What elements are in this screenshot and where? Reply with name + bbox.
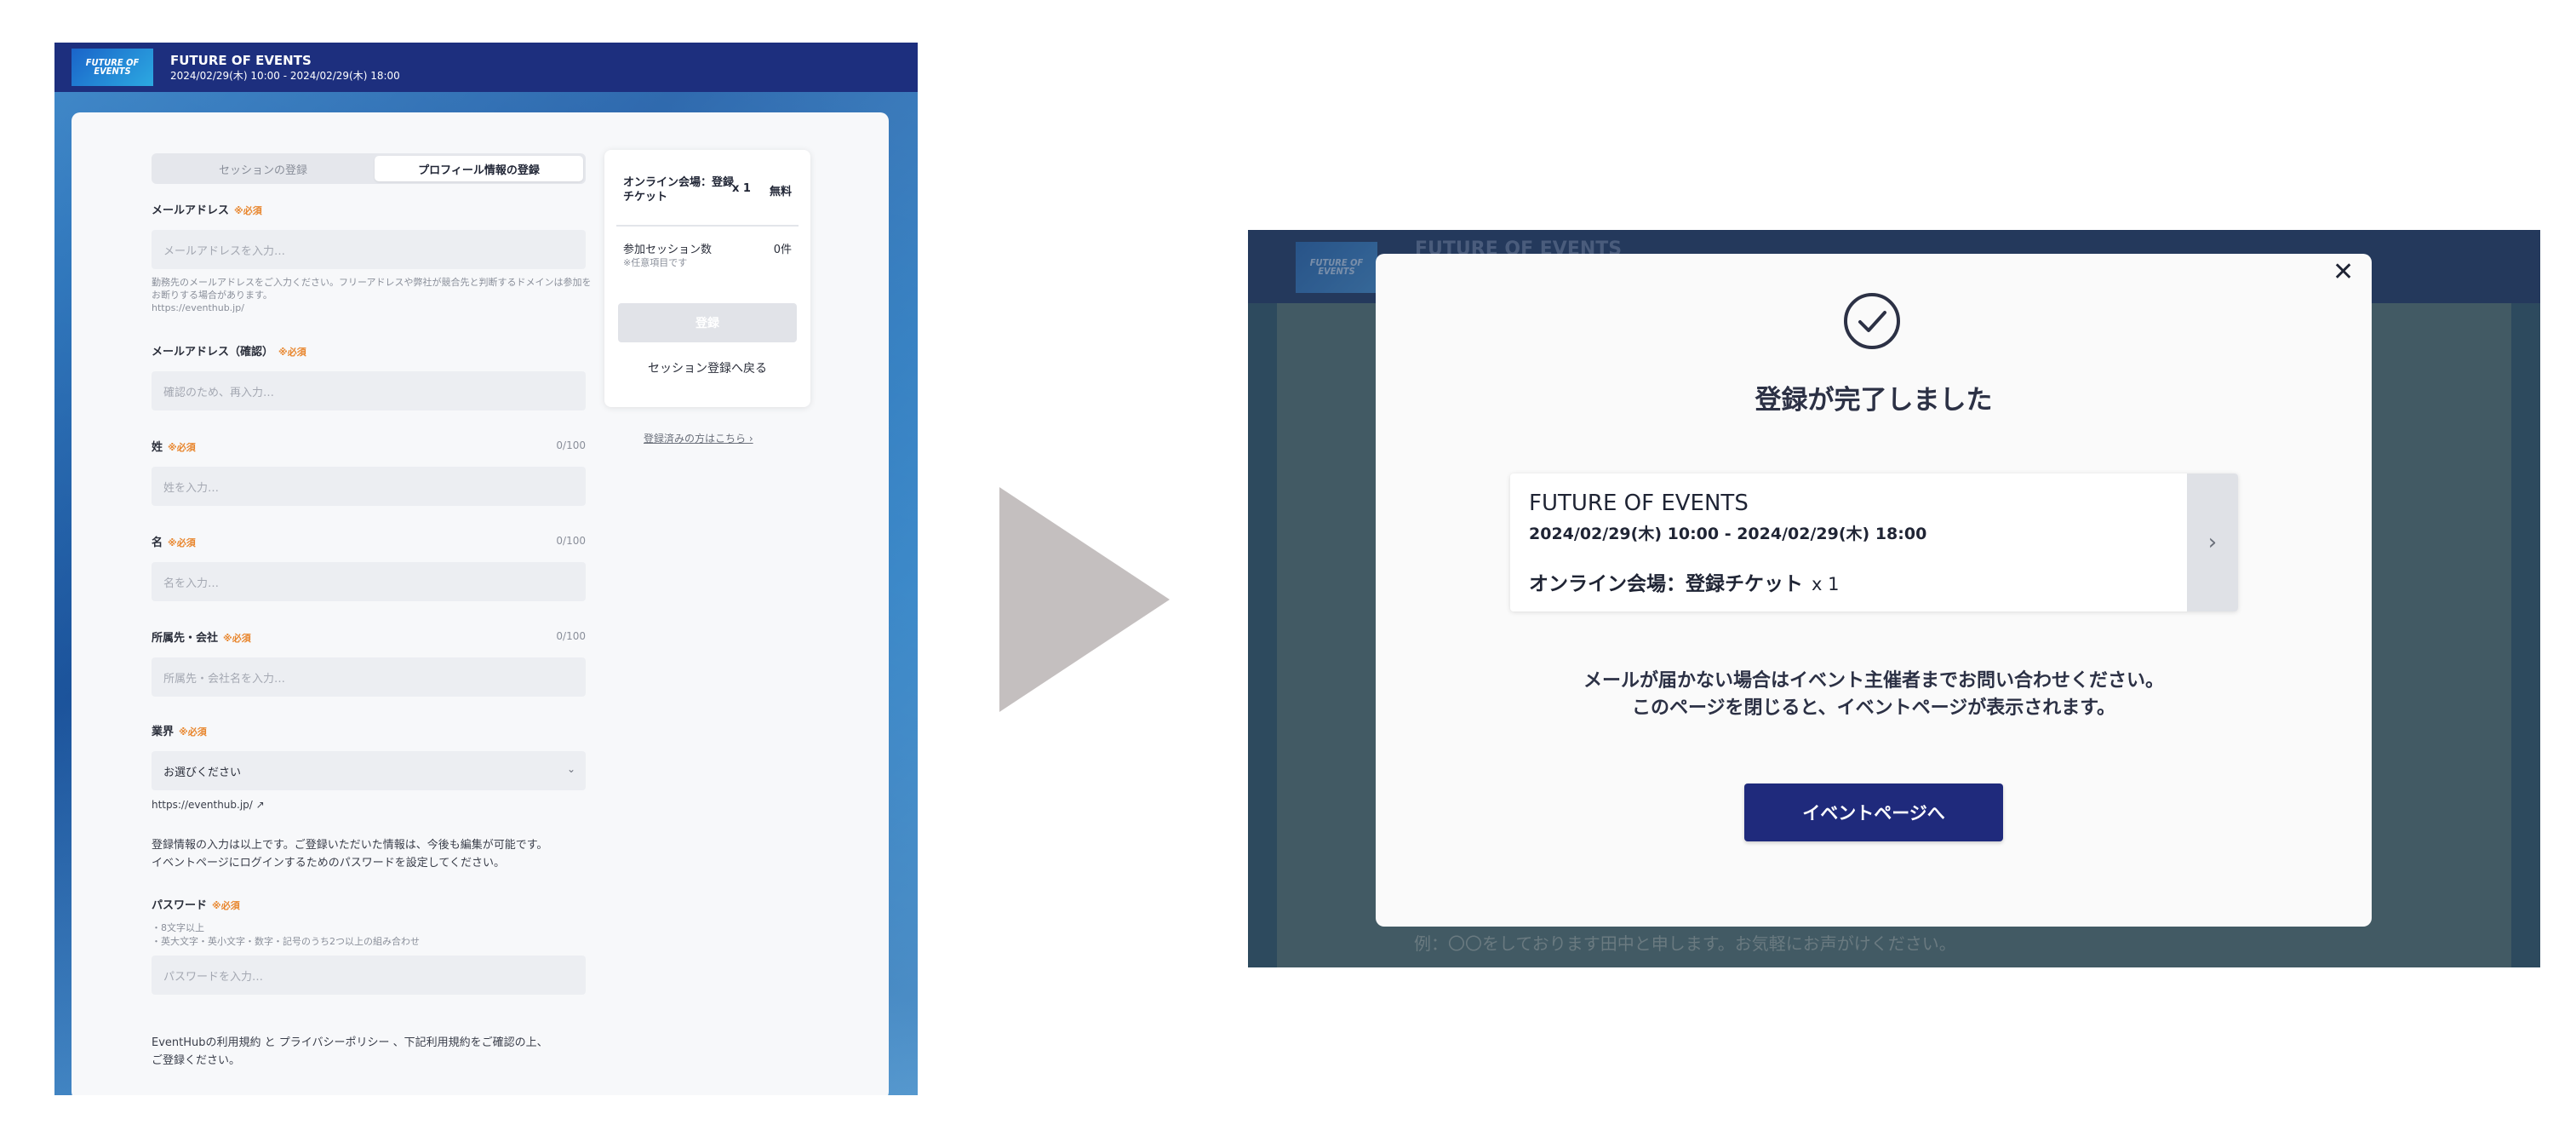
chevron-right-icon[interactable]: › bbox=[2187, 474, 2238, 611]
event-page-button[interactable]: イベントページへ bbox=[1744, 783, 2003, 841]
divider bbox=[616, 225, 799, 227]
email-note-url: https://eventhub.jp/ bbox=[152, 302, 244, 313]
modal-message-2: このページを閉じると、イベントページが表示されます。 bbox=[1631, 697, 2116, 719]
email-field[interactable]: メールアドレスを入力… bbox=[152, 230, 586, 269]
event-name: FUTURE OF EVENTS bbox=[170, 53, 312, 68]
event-date: 2024/02/29(木) 10:00 - 2024/02/29(木) 18:0… bbox=[170, 70, 400, 82]
company-count: 0/100 bbox=[556, 630, 586, 642]
last-name-count: 0/100 bbox=[556, 439, 586, 451]
close-icon[interactable]: ✕ bbox=[2333, 257, 2354, 287]
industry-select[interactable]: お選びください ⌄ bbox=[152, 751, 586, 790]
modal-title: 登録が完了しました bbox=[1755, 385, 1993, 416]
email-confirm-label: メールアドレス（確認） ※必須 bbox=[152, 346, 306, 359]
chevron-down-icon: ⌄ bbox=[566, 763, 575, 775]
industry-label: 業界 ※必須 bbox=[152, 726, 207, 738]
company-field[interactable]: 所属先・会社名を入力… bbox=[152, 657, 586, 697]
session-count-label: 参加セッション数 bbox=[623, 244, 713, 256]
ticket-summary: オンライン会場：登録チケット x 1 無料 参加セッション数 0件 ※任意項目で… bbox=[604, 150, 810, 407]
info-text-1: 登録情報の入力は以上です。ご登録いただいた情報は、今後も編集が可能です。 bbox=[152, 839, 548, 852]
last-name-field[interactable]: 姓を入力… bbox=[152, 467, 586, 506]
play-arrow-icon bbox=[999, 487, 1170, 712]
external-link[interactable]: https://eventhub.jp/ ↗ bbox=[152, 799, 265, 811]
ticket-name: オンライン会場：登録チケット bbox=[623, 176, 735, 204]
first-name-count: 0/100 bbox=[556, 535, 586, 547]
registration-card: セッションの登録 プロフィール情報の登録 メールアドレス ※必須 メールアドレスを… bbox=[72, 112, 889, 1095]
info-text-2: イベントページにログインするためのパスワードを設定してください。 bbox=[152, 857, 505, 870]
first-name-field[interactable]: 名を入力… bbox=[152, 562, 586, 601]
required-mark: ※必須 bbox=[234, 205, 262, 216]
background-footer-text: 例：〇〇をしております田中と申します。お気軽にお声がけください。 bbox=[1414, 933, 1956, 954]
tab-profile-registration[interactable]: プロフィール情報の登録 bbox=[375, 156, 583, 181]
password-field[interactable]: パスワードを入力… bbox=[152, 956, 586, 995]
right-screenshot: FUTURE OF EVENTS FUTURE OF EVENTS 例：〇〇をし… bbox=[1248, 230, 2540, 967]
external-link-icon: ↗ bbox=[255, 799, 265, 811]
terms-text-1: EventHubの利用規約 と プライバシーポリシー 、下記利用規約をご確認の上… bbox=[152, 1036, 548, 1049]
back-to-session-link[interactable]: セッション登録へ戻る bbox=[604, 359, 810, 376]
completion-modal: ✕ 登録が完了しました FUTURE OF EVENTS 2024/02/29(… bbox=[1376, 254, 2372, 927]
tab-session-registration[interactable]: セッションの登録 bbox=[152, 153, 375, 184]
password-rule-1: ・8文字以上 bbox=[152, 922, 204, 933]
company-label: 所属先・会社 ※必須 bbox=[152, 632, 251, 645]
password-rule-2: ・英大文字・英小文字・数字・記号のうち2つ以上の組み合わせ bbox=[152, 936, 420, 947]
terms-text-2: ご登録ください。 bbox=[152, 1054, 241, 1067]
step-tabs: セッションの登録 プロフィール情報の登録 bbox=[152, 153, 586, 184]
register-button[interactable]: 登録 bbox=[618, 303, 797, 342]
event-header: FUTURE OF EVENTS FUTURE OF EVENTS 2024/0… bbox=[54, 43, 918, 92]
event-card-qty: x 1 bbox=[1812, 574, 1840, 594]
event-card-ticket: オンライン会場：登録チケット x 1 bbox=[1529, 573, 1840, 595]
email-note: 勤務先のメールアドレスをご入力ください。フリーアドレスや弊社が競合先と判断するド… bbox=[152, 277, 592, 301]
email-label: メールアドレス ※必須 bbox=[152, 204, 262, 217]
left-screenshot: FUTURE OF EVENTS FUTURE OF EVENTS 2024/0… bbox=[54, 43, 918, 1095]
first-name-label: 名 ※必須 bbox=[152, 537, 196, 549]
session-count: 0件 bbox=[773, 244, 792, 256]
logo-text: FUTURE OF EVENTS bbox=[85, 57, 140, 77]
ticket-price: 無料 bbox=[770, 186, 793, 198]
event-card-name: FUTURE OF EVENTS bbox=[1529, 491, 1749, 516]
event-card[interactable]: FUTURE OF EVENTS 2024/02/29(木) 10:00 - 2… bbox=[1510, 474, 2238, 611]
modal-message: メールが届かない場合はイベント主催者までお問い合わせください。 このページを閉じ… bbox=[1376, 668, 2372, 722]
event-card-date: 2024/02/29(木) 10:00 - 2024/02/29(木) 18:0… bbox=[1529, 525, 1927, 543]
ticket-qty: x 1 bbox=[732, 182, 751, 195]
background-logo: FUTURE OF EVENTS bbox=[1296, 242, 1377, 293]
optional-note: ※任意項目です bbox=[623, 257, 688, 268]
email-confirm-field[interactable]: 確認のため、再入力… bbox=[152, 371, 586, 410]
check-circle-icon bbox=[1844, 293, 1900, 349]
modal-message-1: メールが届かない場合はイベント主催者までお問い合わせください。 bbox=[1583, 670, 2164, 692]
login-link[interactable]: 登録済みの方はこちら › bbox=[644, 431, 753, 445]
last-name-label: 姓 ※必須 bbox=[152, 441, 196, 454]
password-label: パスワード ※必須 bbox=[152, 899, 240, 912]
event-logo: FUTURE OF EVENTS bbox=[72, 49, 153, 86]
